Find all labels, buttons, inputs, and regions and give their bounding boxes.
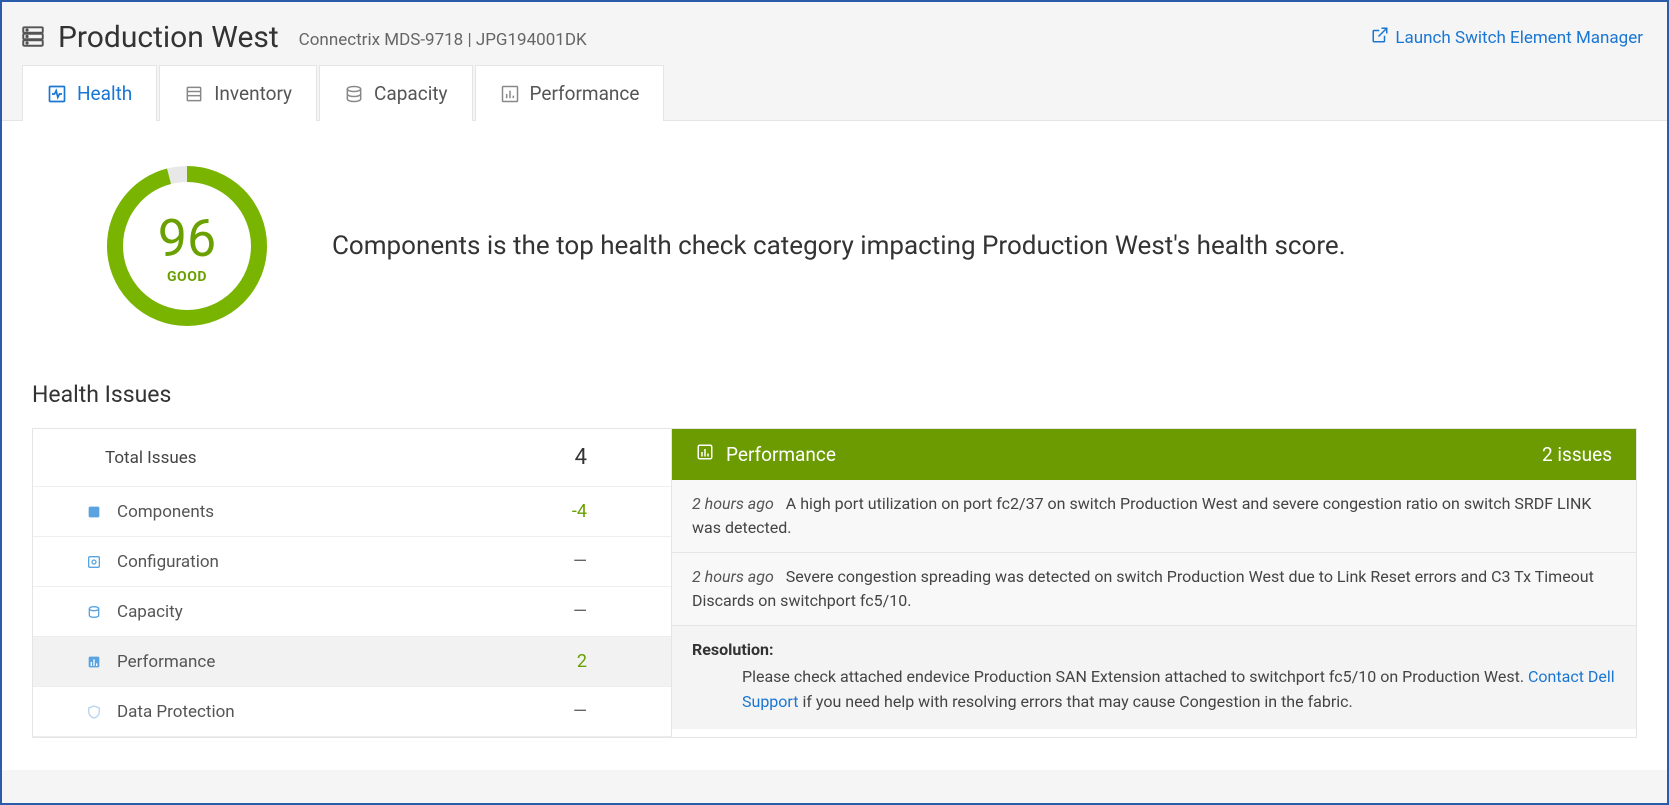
issue-ago: 2 hours ago bbox=[692, 567, 774, 586]
issues-total-value: 4 bbox=[575, 445, 647, 470]
issue-row-configuration[interactable]: Configuration — bbox=[33, 537, 671, 587]
issue-detail-panel: Performance 2 issues 2 hours ago A high … bbox=[672, 428, 1637, 738]
issue-row-capacity[interactable]: Capacity — bbox=[33, 587, 671, 637]
issues-total-label: Total Issues bbox=[105, 448, 197, 468]
tab-capacity[interactable]: Capacity bbox=[319, 65, 472, 121]
issue-row-data-protection[interactable]: Data Protection — bbox=[33, 687, 671, 737]
resolution-body: Please check attached endevice Productio… bbox=[692, 665, 1616, 715]
tab-performance-label: Performance bbox=[530, 82, 640, 105]
capacity-label: Capacity bbox=[117, 602, 183, 622]
device-icon bbox=[20, 23, 46, 53]
configuration-value: — bbox=[573, 551, 647, 572]
inventory-icon bbox=[184, 84, 204, 104]
performance-value: 2 bbox=[577, 651, 647, 672]
health-score: 96 bbox=[158, 208, 216, 269]
health-icon bbox=[47, 84, 67, 104]
tab-performance[interactable]: Performance bbox=[475, 65, 665, 121]
data-protection-value: — bbox=[573, 701, 647, 722]
data-protection-icon bbox=[85, 703, 103, 721]
data-protection-label: Data Protection bbox=[117, 702, 235, 722]
page-header: Production West Connectrix MDS-9718 | JP… bbox=[2, 2, 1667, 65]
launch-manager-label: Launch Switch Element Manager bbox=[1395, 28, 1643, 48]
issue-text: A high port utilization on port fc2/37 o… bbox=[692, 494, 1591, 537]
main-panel: 96 GOOD Components is the top health che… bbox=[2, 120, 1667, 770]
resolution-block: Resolution: Please check attached endevi… bbox=[672, 626, 1636, 729]
issue-ago: 2 hours ago bbox=[692, 494, 774, 513]
performance-row-icon bbox=[85, 653, 103, 671]
resolution-text-post: if you need help with resolving errors t… bbox=[798, 692, 1352, 711]
tab-health-label: Health bbox=[77, 82, 132, 105]
issue-text: Severe congestion spreading was detected… bbox=[692, 567, 1594, 610]
detail-header: Performance 2 issues bbox=[672, 429, 1636, 480]
health-headline: Components is the top health check categ… bbox=[332, 231, 1346, 261]
tab-inventory-label: Inventory bbox=[214, 82, 292, 105]
performance-icon bbox=[500, 84, 520, 104]
issues-category-list: Total Issues 4 Components -4 Configur bbox=[32, 428, 672, 738]
capacity-value: — bbox=[573, 601, 647, 622]
tab-inventory[interactable]: Inventory bbox=[159, 65, 317, 121]
launch-manager-link[interactable]: Launch Switch Element Manager bbox=[1371, 26, 1643, 49]
tab-bar: Health Inventory Capacity Performance bbox=[2, 65, 1667, 121]
issue-item[interactable]: 2 hours ago Severe congestion spreading … bbox=[672, 553, 1636, 626]
detail-count: 2 issues bbox=[1542, 443, 1612, 466]
issue-row-performance[interactable]: Performance 2 bbox=[33, 637, 671, 687]
configuration-icon bbox=[85, 553, 103, 571]
health-gauge: 96 GOOD bbox=[102, 161, 272, 331]
detail-category: Performance bbox=[726, 443, 836, 466]
page-subtitle: Connectrix MDS-9718 | JPG194001DK bbox=[299, 30, 587, 50]
capacity-icon bbox=[344, 84, 364, 104]
issues-total-row: Total Issues 4 bbox=[33, 429, 671, 487]
tab-capacity-label: Capacity bbox=[374, 82, 447, 105]
capacity-row-icon bbox=[85, 603, 103, 621]
performance-label: Performance bbox=[117, 652, 215, 672]
components-value: -4 bbox=[572, 501, 647, 522]
detail-header-icon bbox=[696, 443, 714, 466]
page-title: Production West bbox=[58, 20, 279, 55]
issues-section-title: Health Issues bbox=[32, 381, 1637, 408]
resolution-text-pre: Please check attached endevice Productio… bbox=[742, 667, 1528, 686]
configuration-label: Configuration bbox=[117, 552, 219, 572]
health-score-label: GOOD bbox=[167, 269, 207, 285]
tab-health[interactable]: Health bbox=[22, 65, 157, 121]
issues-grid: Total Issues 4 Components -4 Configur bbox=[32, 428, 1637, 738]
resolution-title: Resolution: bbox=[692, 640, 1616, 659]
components-icon bbox=[85, 503, 103, 521]
health-summary: 96 GOOD Components is the top health che… bbox=[32, 161, 1637, 331]
issue-row-components[interactable]: Components -4 bbox=[33, 487, 671, 537]
components-label: Components bbox=[117, 502, 214, 522]
external-link-icon bbox=[1371, 26, 1389, 49]
issue-item[interactable]: 2 hours ago A high port utilization on p… bbox=[672, 480, 1636, 553]
